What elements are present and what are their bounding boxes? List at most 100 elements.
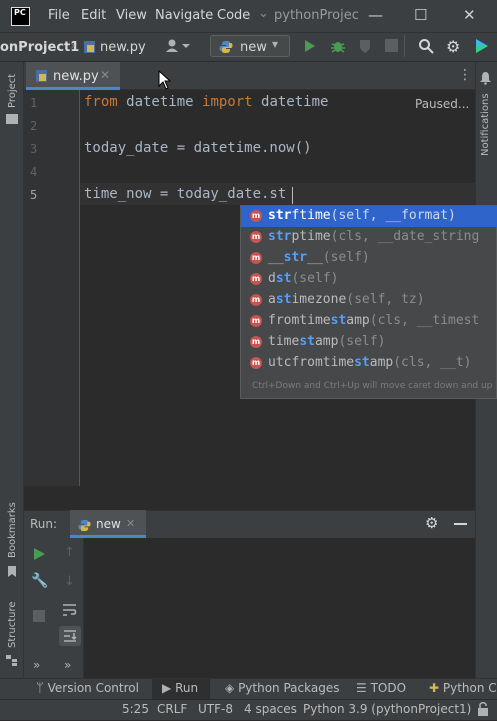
more-actions-icon[interactable]: »: [64, 658, 71, 672]
scroll-to-end-icon[interactable]: [59, 626, 81, 646]
file-encoding[interactable]: UTF-8: [198, 702, 233, 716]
arrow-down-icon[interactable]: ↓: [64, 574, 75, 589]
match-highlight: str: [268, 229, 292, 244]
minimize-button[interactable]: —: [368, 6, 383, 24]
completion-name: imezone: [291, 292, 347, 307]
tab-close-icon[interactable]: ✕: [100, 68, 110, 82]
stop-icon[interactable]: [385, 39, 398, 52]
left-tool-strip: [0, 62, 24, 678]
pycharm-logo-icon[interactable]: PC: [11, 7, 30, 26]
version-control-button[interactable]: ᛘ Version Control: [36, 681, 139, 696]
code-line-5[interactable]: time_now = today_date.st: [84, 186, 286, 202]
completion-name: ptime: [291, 229, 331, 244]
tab-close-icon[interactable]: ✕: [126, 517, 135, 530]
python-packages-button[interactable]: ◈ Python Packages: [225, 681, 339, 695]
completion-signature: (cls, __t): [393, 355, 472, 370]
completion-prefix: d: [268, 271, 276, 286]
wrench-icon[interactable]: 🔧: [31, 573, 48, 589]
layers-icon: ◈: [225, 681, 235, 695]
completion-prefix: __: [268, 250, 284, 265]
project-tool-window-button[interactable]: Project: [7, 74, 18, 108]
indent-setting[interactable]: 4 spaces: [244, 702, 297, 716]
method-icon: m: [250, 336, 262, 348]
completion-signature: (self, tz): [346, 292, 425, 307]
gear-icon[interactable]: ⚙: [446, 37, 460, 56]
menu-navigate[interactable]: Navigate: [155, 8, 213, 23]
rerun-icon[interactable]: [33, 546, 46, 560]
text-caret: [292, 187, 293, 204]
toolbar-divider: [404, 35, 405, 57]
folder-icon[interactable]: [6, 114, 18, 124]
match-highlight: st: [275, 271, 292, 286]
code-text: datetime: [117, 94, 203, 110]
completion-hint: Ctrl+Down and Ctrl+Up will move caret do…: [252, 381, 493, 391]
chevron-down-icon: ▾: [272, 37, 279, 51]
tool-window-label: Version Control: [47, 681, 139, 695]
maximize-button[interactable]: ☐: [414, 6, 427, 24]
code-line-1[interactable]: from datetime import datetime: [84, 94, 328, 110]
close-button[interactable]: ✕: [463, 6, 476, 24]
more-options-icon[interactable]: ⋮: [458, 67, 472, 83]
search-icon[interactable]: [418, 38, 434, 54]
arrow-up-icon[interactable]: ↑: [64, 545, 75, 560]
run-tab-label[interactable]: new: [96, 517, 121, 531]
debugger-status: Paused...: [415, 97, 470, 111]
user-account-icon[interactable]: [165, 37, 191, 55]
line-separator[interactable]: CRLF: [157, 702, 187, 716]
python-console-button[interactable]: ✚ Python Co: [429, 681, 497, 695]
caret-position[interactable]: 5:25: [122, 702, 149, 716]
run-icon[interactable]: [303, 38, 317, 54]
gear-icon[interactable]: ⚙: [425, 514, 438, 532]
more-actions-icon[interactable]: »: [33, 658, 40, 672]
python-config-icon: [78, 517, 91, 532]
code-line-3[interactable]: today_date = datetime.now(): [84, 140, 312, 156]
tool-window-label: TODO: [370, 681, 407, 695]
code-with-me-icon[interactable]: [473, 37, 491, 55]
match-highlight: st: [330, 313, 347, 328]
bookmarks-tool-window-button[interactable]: Bookmarks: [7, 502, 18, 558]
run-console-output[interactable]: [24, 538, 475, 678]
breadcrumb-file[interactable]: new.py: [100, 40, 146, 55]
soft-wrap-icon[interactable]: [62, 602, 78, 616]
method-icon: m: [250, 294, 262, 306]
notifications-tool-window-button[interactable]: Notifications: [480, 93, 491, 156]
menu-view[interactable]: View: [116, 8, 147, 23]
structure-tool-window-button[interactable]: Structure: [7, 601, 18, 648]
bookmark-icon[interactable]: [8, 562, 16, 577]
bell-icon[interactable]: [479, 70, 492, 85]
todo-button[interactable]: ☰ TODO: [356, 681, 406, 695]
method-icon: m: [250, 231, 262, 243]
stop-icon[interactable]: [33, 610, 45, 622]
debug-icon[interactable]: [330, 38, 346, 54]
branch-icon: ᛘ: [36, 681, 44, 696]
match-highlight: st: [275, 292, 292, 307]
match-highlight: st: [354, 355, 370, 370]
line-number: 1: [30, 96, 38, 110]
menu-code[interactable]: Code: [217, 8, 250, 23]
completion-name: __: [307, 250, 323, 265]
completion-signature: (self, __format): [330, 208, 456, 223]
tool-window-label: Run: [175, 681, 199, 695]
tab-label[interactable]: new.py: [53, 69, 99, 84]
coverage-icon[interactable]: [357, 38, 373, 54]
list-icon: ☰: [356, 681, 367, 695]
menu-file[interactable]: File: [48, 8, 70, 23]
lock-icon[interactable]: [476, 701, 490, 717]
hide-panel-icon[interactable]: [454, 523, 467, 525]
match-highlight: str: [283, 250, 308, 265]
run-tool-window-button[interactable]: ▶ Run: [162, 681, 198, 695]
method-icon: m: [250, 315, 262, 327]
keyword: import: [202, 94, 253, 110]
menu-edit[interactable]: Edit: [81, 8, 106, 23]
line-number: 4: [30, 165, 38, 179]
completion-signature: (self): [322, 250, 370, 265]
breadcrumb-chevron-icon: ›: [70, 38, 76, 54]
breadcrumb-project[interactable]: onProject1: [0, 40, 79, 55]
completion-signature: (self): [338, 334, 386, 349]
structure-icon[interactable]: [6, 652, 18, 666]
completion-prefix: time: [268, 334, 300, 349]
python-interpreter[interactable]: Python 3.9 (pythonProject1): [303, 702, 471, 716]
method-icon: m: [250, 210, 262, 222]
completion-name: ftime: [291, 208, 331, 223]
python-file-icon: [35, 68, 48, 82]
